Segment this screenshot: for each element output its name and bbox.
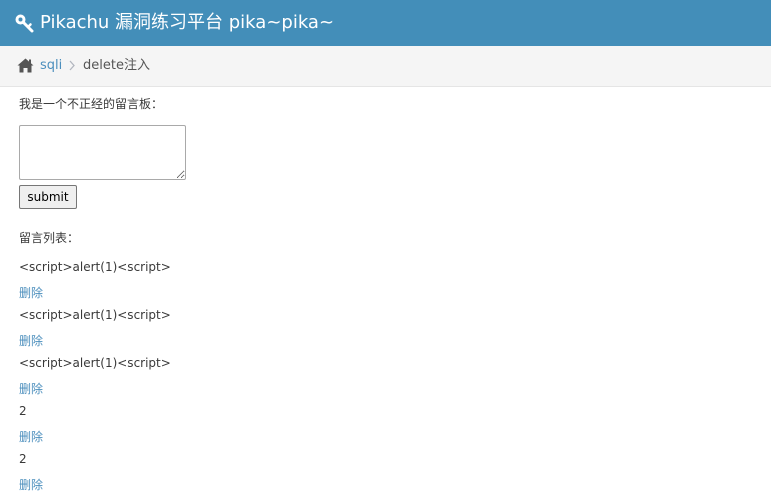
message-textarea[interactable] xyxy=(19,125,186,180)
list-item: <script>alert(1)<script> 删除 xyxy=(19,259,759,307)
message-text: <script>alert(1)<script> xyxy=(19,260,171,274)
delete-link[interactable]: 删除 xyxy=(19,381,43,397)
chevron-right-icon xyxy=(69,60,75,71)
delete-link[interactable]: 删除 xyxy=(19,429,43,445)
key-icon xyxy=(15,14,34,33)
message-list-label: 留言列表： xyxy=(19,231,80,245)
list-item: <script>alert(1)<script> 删除 xyxy=(19,355,759,403)
message-text: <script>alert(1)<script> xyxy=(19,308,171,322)
app-title: Pikachu 漏洞练习平台 pika~pika~ xyxy=(40,12,335,33)
board-label: 我是一个不正经的留言板： xyxy=(19,97,164,111)
delete-link[interactable]: 删除 xyxy=(19,285,43,301)
message-text: <script>alert(1)<script> xyxy=(19,356,171,370)
message-list: <script>alert(1)<script> 删除 <script>aler… xyxy=(19,259,759,499)
list-item: 2 删除 xyxy=(19,451,759,499)
breadcrumb-link-sqli[interactable]: sqli xyxy=(40,58,62,74)
list-item: 2 删除 xyxy=(19,403,759,451)
home-icon xyxy=(17,58,34,73)
list-item: <script>alert(1)<script> 删除 xyxy=(19,307,759,355)
navbar: Pikachu 漏洞练习平台 pika~pika~ xyxy=(0,0,771,46)
message-text: 2 xyxy=(19,452,27,466)
delete-link[interactable]: 删除 xyxy=(19,333,43,349)
main-content: 我是一个不正经的留言板： submit 留言列表： <script>alert(… xyxy=(19,96,759,492)
breadcrumb-current: delete注入 xyxy=(83,58,150,73)
brand-link[interactable]: Pikachu 漏洞练习平台 pika~pika~ xyxy=(14,10,334,36)
breadcrumb: sqli delete注入 xyxy=(0,46,771,87)
submit-button[interactable]: submit xyxy=(19,185,77,209)
delete-link[interactable]: 删除 xyxy=(19,477,43,493)
message-text: 2 xyxy=(19,404,27,418)
